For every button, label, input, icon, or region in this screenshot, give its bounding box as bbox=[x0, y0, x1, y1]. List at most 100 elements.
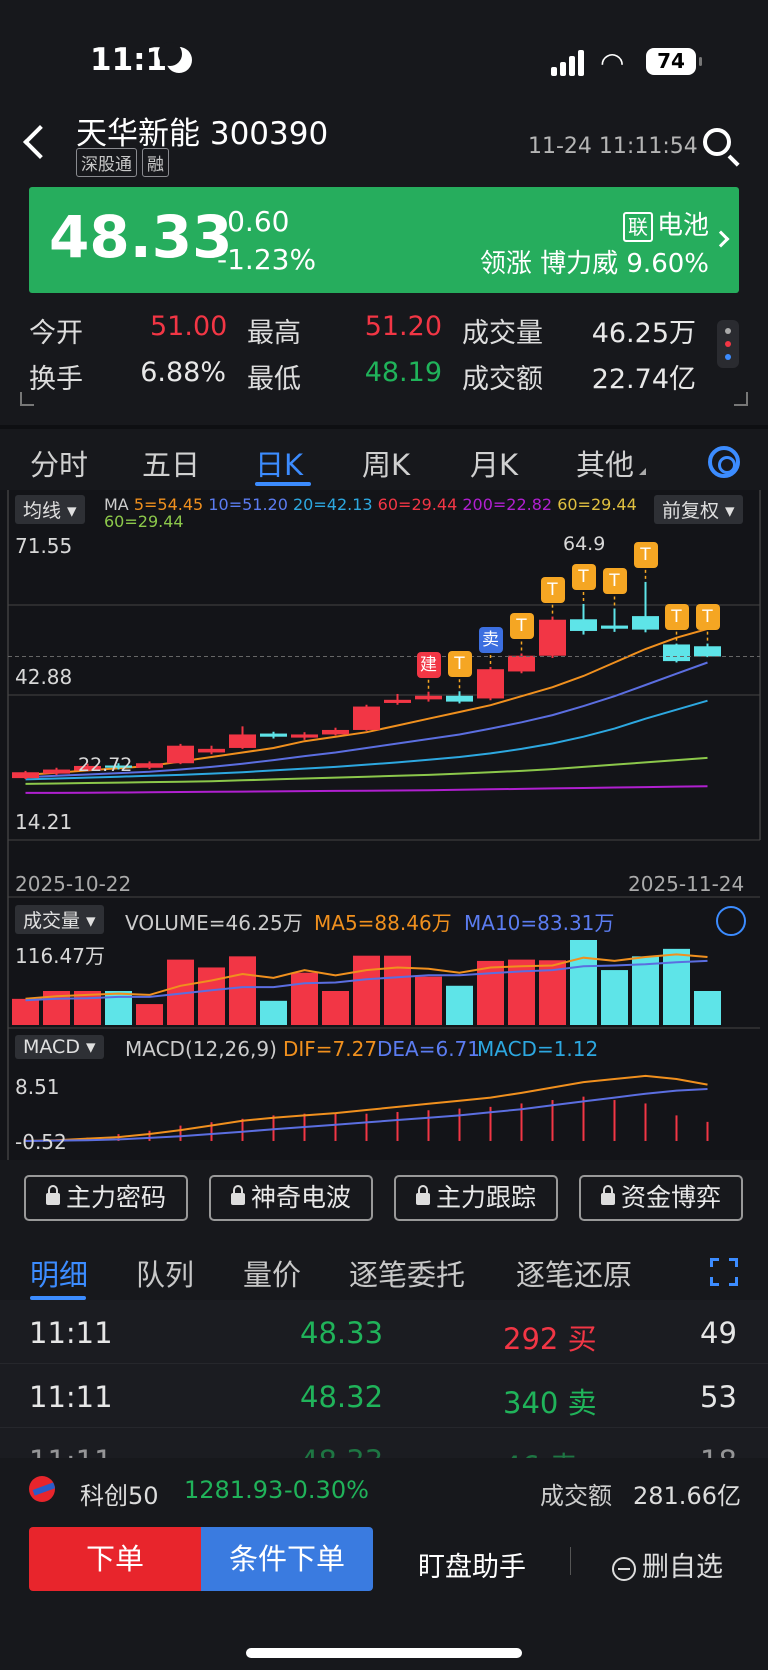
candle-body bbox=[694, 646, 721, 657]
lock-icon bbox=[230, 1185, 245, 1205]
sector-link[interactable]: 联电池 bbox=[622, 205, 709, 242]
trade-marker[interactable]: T bbox=[540, 576, 565, 603]
trade-marker[interactable]: T bbox=[602, 568, 627, 595]
feature-main-code-button[interactable]: 主力密码 bbox=[24, 1175, 188, 1221]
tab-queue[interactable]: 队列 bbox=[136, 1252, 194, 1294]
trade-marker[interactable]: T bbox=[509, 613, 534, 640]
volume-selector[interactable]: 成交量 ▾ bbox=[15, 905, 104, 934]
ma200-legend: 200=22.82 bbox=[462, 495, 553, 514]
kline-chart-area[interactable]: 均线 ▾ MA 5=54.45 10=51.20 20=42.13 60=29.… bbox=[0, 490, 768, 1160]
feature-wave-button[interactable]: 神奇电波 bbox=[209, 1175, 373, 1221]
candle-body bbox=[570, 619, 597, 631]
price-banner[interactable]: 48.33 -0.60 -1.23% 联电池 领涨 博力威 9.60% bbox=[29, 187, 739, 293]
battery-icon: 74 bbox=[646, 48, 702, 75]
volume-bar bbox=[136, 1004, 163, 1025]
stock-title: 天华新能 300390 bbox=[76, 116, 329, 152]
trade-marker[interactable]: 卖 bbox=[478, 626, 503, 653]
back-icon[interactable] bbox=[23, 125, 57, 159]
candle-body bbox=[353, 706, 380, 730]
watch-helper-button[interactable]: 盯盘助手 bbox=[418, 1545, 526, 1584]
tab-detail[interactable]: 明细 bbox=[30, 1252, 88, 1294]
sector-tag: 联 bbox=[622, 211, 653, 242]
trade-marker[interactable]: 建 bbox=[416, 651, 441, 678]
tab-five-day[interactable]: 五日 bbox=[142, 442, 200, 484]
cellular-signal-icon bbox=[551, 50, 587, 76]
lock-icon bbox=[415, 1185, 430, 1205]
candle-body bbox=[167, 745, 194, 764]
adjust-selector[interactable]: 前复权 ▾ bbox=[654, 495, 743, 524]
turnover-label: 换手 bbox=[29, 364, 83, 395]
amount-value: 22.74亿 bbox=[591, 364, 696, 395]
ma-selector[interactable]: 均线 ▾ bbox=[15, 495, 85, 524]
trade-marker[interactable]: T bbox=[664, 603, 689, 630]
tab-tick-restore[interactable]: 逐笔还原 bbox=[516, 1252, 632, 1294]
ma20-legend: 20=42.13 bbox=[293, 495, 373, 514]
lock-icon bbox=[45, 1185, 60, 1205]
open-label: 今开 bbox=[29, 318, 83, 349]
order-button[interactable]: 下单 bbox=[29, 1527, 201, 1591]
bottom-action-bar: 下单 条件下单 盯盘助手 删自选 bbox=[0, 1525, 768, 1605]
tab-intraday[interactable]: 分时 bbox=[30, 442, 88, 484]
open-value: 51.00 bbox=[150, 311, 228, 342]
feature-label: 主力跟踪 bbox=[435, 1183, 536, 1212]
trade-price: 48.32 bbox=[300, 1380, 384, 1414]
trade-price: 48.33 bbox=[300, 1444, 383, 1458]
volume-bar bbox=[353, 955, 380, 1025]
quote-timestamp: 11-24 11:11:54 bbox=[528, 134, 698, 159]
ma60b-legend: 60=29.44 bbox=[557, 495, 637, 514]
volume-bar bbox=[446, 985, 473, 1025]
tab-daily-k[interactable]: 日K bbox=[255, 442, 303, 484]
quote-grid: 今开 51.00 最高 51.20 成交量 46.25万 换手 6.88% 最低… bbox=[0, 305, 768, 405]
tab-volume-price[interactable]: 量价 bbox=[243, 1252, 301, 1294]
fullscreen-icon[interactable] bbox=[710, 1258, 738, 1286]
y-axis-low: 14.21 bbox=[15, 810, 73, 834]
minus-circle-icon bbox=[612, 1556, 636, 1581]
ma10-legend: 10=51.20 bbox=[208, 495, 288, 514]
trade-list[interactable]: 11:11 48.33 292 买 49 11:11 48.32 340 卖 5… bbox=[0, 1300, 768, 1458]
macd-min-label: -0.52 bbox=[15, 1130, 67, 1154]
candle-body bbox=[601, 625, 628, 629]
chevron-right-icon[interactable] bbox=[712, 230, 730, 248]
gear-icon[interactable] bbox=[708, 446, 740, 478]
feature-label: 主力密码 bbox=[65, 1183, 166, 1212]
remove-favorite-button[interactable]: 删自选 bbox=[612, 1545, 723, 1584]
expand-corner-left-icon bbox=[20, 392, 34, 406]
trade-count: 53 bbox=[700, 1380, 737, 1414]
tag-margin: 融 bbox=[142, 148, 169, 177]
more-dots-icon[interactable] bbox=[717, 320, 739, 368]
low-value: 48.19 bbox=[364, 357, 442, 388]
trade-price: 48.33 bbox=[300, 1316, 384, 1350]
volume-label: 成交量 bbox=[462, 318, 543, 349]
index-ticker[interactable]: 科创50 1281.93 -0.30% 成交额 281.66亿 bbox=[0, 1462, 768, 1518]
leader-value: 博力威 9.60% bbox=[540, 249, 709, 279]
trade-marker[interactable]: T bbox=[695, 603, 720, 630]
high-price-mark: 64.9 bbox=[563, 533, 606, 555]
search-icon[interactable] bbox=[703, 128, 731, 156]
tab-order-by-order[interactable]: 逐笔委托 bbox=[349, 1252, 465, 1294]
candle-body bbox=[12, 772, 39, 779]
tab-monthly-k[interactable]: 月K bbox=[470, 442, 518, 484]
amount-label: 成交额 bbox=[462, 364, 543, 395]
trade-marker[interactable]: T bbox=[447, 651, 472, 678]
volume-bar bbox=[477, 960, 504, 1025]
feature-capital-button[interactable]: 资金博弈 bbox=[579, 1175, 743, 1221]
trade-time: 11:11 bbox=[29, 1444, 113, 1458]
feature-tracking-button[interactable]: 主力跟踪 bbox=[394, 1175, 558, 1221]
tab-other[interactable]: 其他 bbox=[576, 442, 634, 484]
lock-icon bbox=[600, 1185, 615, 1205]
moon-icon bbox=[158, 42, 192, 73]
tab-weekly-k[interactable]: 周K bbox=[362, 442, 410, 484]
feature-label: 神奇电波 bbox=[250, 1183, 351, 1212]
resize-circle-icon[interactable] bbox=[716, 906, 746, 936]
index-amount: 281.66亿 bbox=[633, 1482, 741, 1510]
conditional-order-button[interactable]: 条件下单 bbox=[201, 1527, 373, 1591]
trade-marker[interactable]: T bbox=[633, 541, 658, 568]
active-tab-indicator bbox=[255, 482, 311, 486]
date-start: 2025-10-22 bbox=[15, 872, 132, 896]
stock-header: 天华新能 300390 深股通融 11-24 11:11:54 bbox=[0, 100, 768, 180]
volume-selector-label: 成交量 bbox=[23, 910, 81, 932]
candle-body bbox=[43, 769, 70, 774]
trade-marker[interactable]: T bbox=[571, 563, 596, 590]
macd-selector[interactable]: MACD ▾ bbox=[15, 1035, 104, 1059]
trade-qty: 340 卖 bbox=[503, 1386, 597, 1420]
